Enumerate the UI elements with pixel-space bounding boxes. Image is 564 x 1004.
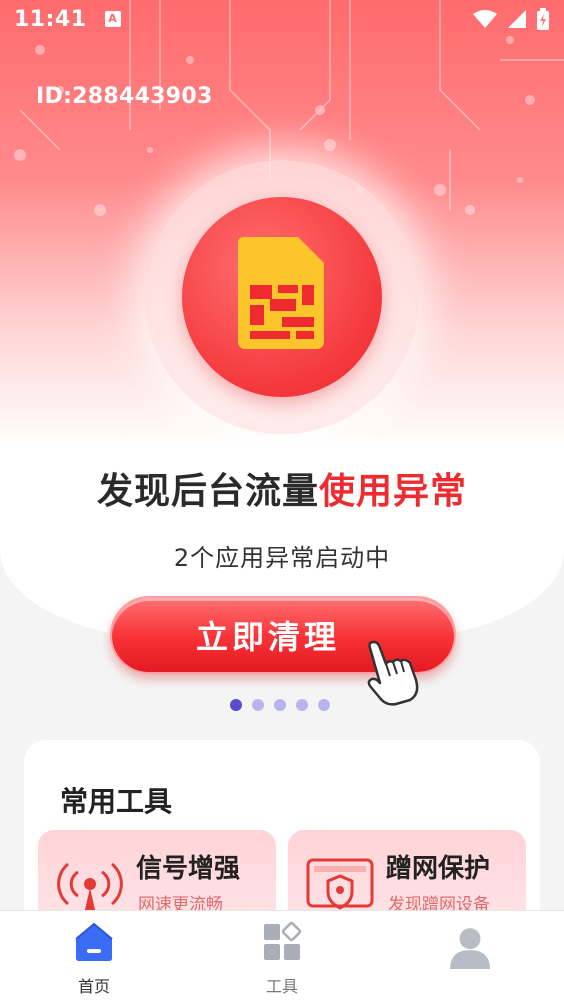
wifi-icon (473, 10, 497, 28)
user-id: ID:288443903 (36, 84, 213, 109)
tool-name: 蹭网保护 (386, 854, 491, 884)
tools-grid-icon (264, 921, 302, 960)
sim-card-icon (238, 237, 324, 349)
nav-tools-label: 工具 (265, 977, 298, 996)
carousel-indicator (230, 699, 330, 711)
battery-icon (537, 8, 549, 30)
shield-device-icon (306, 858, 374, 910)
carousel-dot-5[interactable] (318, 699, 330, 711)
carousel-dot-1[interactable] (230, 699, 242, 711)
home-icon (75, 922, 113, 961)
carousel-dot-3[interactable] (274, 699, 286, 711)
cellular-signal-icon (508, 10, 526, 28)
bottom-nav: 首页 工具 (0, 910, 564, 1004)
tool-name: 信号增强 (136, 854, 241, 884)
nav-home-label: 首页 (77, 977, 110, 996)
signal-tower-icon (57, 862, 123, 914)
nav-tools[interactable]: 工具 (222, 911, 342, 997)
nav-profile[interactable] (410, 911, 530, 983)
a-app-icon: A (104, 11, 121, 27)
clean-now-label: 立即清理 (195, 618, 340, 656)
status-time: 11:41 (14, 6, 87, 32)
status-bar: 11:41 A (0, 0, 564, 38)
profile-icon (450, 928, 490, 969)
pointing-hand-icon (367, 640, 419, 706)
nav-home[interactable]: 首页 (34, 911, 154, 997)
carousel-dot-4[interactable] (296, 699, 308, 711)
alert-headline: 发现后台流量使用异常 (0, 462, 564, 514)
alert-subline: 2个应用异常启动中 (173, 544, 391, 572)
carousel-dot-2[interactable] (252, 699, 264, 711)
headline-accent-text: 使用异常 (319, 471, 468, 512)
tools-title: 常用工具 (60, 785, 173, 818)
headline-normal-text: 发现后台流量 (96, 471, 319, 512)
